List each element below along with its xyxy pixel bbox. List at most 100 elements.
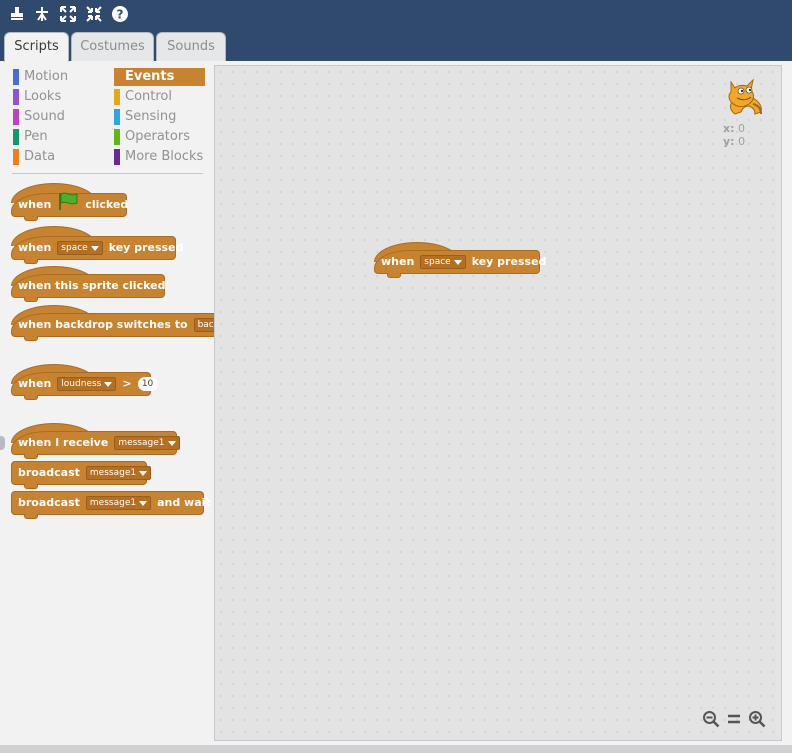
chevron-down-icon (104, 381, 113, 387)
sound-swatch (13, 109, 19, 125)
script-area[interactable]: x: 0 y: 0 when space key pressed (214, 65, 782, 741)
block-notch (24, 259, 38, 264)
looks-swatch (13, 89, 19, 105)
backdrop-dropdown[interactable]: backdrop1 (193, 318, 214, 332)
category-label: Data (24, 149, 56, 164)
green-flag-icon (57, 191, 79, 219)
when-backdrop-switches-block[interactable]: when backdrop switches to backdrop1 (11, 313, 214, 341)
category-sound[interactable]: Sound (13, 108, 108, 126)
data-swatch (13, 149, 19, 165)
dropdown-value: space (424, 257, 451, 267)
chevron-down-icon (453, 259, 462, 265)
block-text: when (18, 241, 52, 254)
block-text: when backdrop switches to (18, 318, 188, 331)
category-pen[interactable]: Pen (13, 128, 108, 146)
svg-text:?: ? (117, 8, 124, 22)
dropdown-value: loudness (61, 379, 102, 389)
block-text: when this sprite clicked (18, 279, 166, 292)
category-label: Control (125, 89, 172, 104)
top-toolbar: ? (0, 0, 792, 28)
category-looks[interactable]: Looks (13, 88, 108, 106)
block-notch (24, 484, 38, 489)
sprite-info: x: 0 y: 0 (723, 74, 763, 148)
block-text: broadcast (18, 466, 80, 479)
block-notch (24, 514, 38, 519)
more-blocks-swatch (114, 149, 120, 165)
block-palette: when clicked when space key pressed when… (0, 170, 214, 550)
dropdown-value: message1 (118, 438, 165, 448)
cut-scissors-icon[interactable] (33, 5, 51, 23)
message-dropdown[interactable]: message1 (114, 436, 180, 450)
control-swatch (114, 89, 120, 105)
category-data[interactable]: Data (13, 148, 108, 166)
block-notch (24, 216, 38, 221)
block-notch (24, 297, 38, 302)
duplicate-stamp-icon[interactable] (8, 5, 26, 23)
category-operators[interactable]: Operators (114, 128, 205, 146)
category-label: Looks (24, 89, 62, 104)
when-i-receive-block[interactable]: when I receive message1 (11, 431, 180, 459)
sensor-dropdown[interactable]: loudness (57, 377, 117, 391)
threshold-input[interactable]: 10 (137, 377, 158, 391)
block-text: key pressed (471, 255, 547, 268)
category-label: Events (125, 69, 175, 84)
tab-scripts[interactable]: Scripts (4, 32, 69, 62)
grow-icon[interactable] (59, 5, 77, 23)
key-dropdown[interactable]: space (57, 241, 103, 255)
message-dropdown[interactable]: message1 (85, 496, 152, 510)
category-more-blocks[interactable]: More Blocks (114, 148, 205, 166)
tab-sounds[interactable]: Sounds (156, 32, 226, 61)
block-text: when I receive (18, 436, 109, 449)
operators-swatch (114, 129, 120, 145)
category-label: Operators (125, 129, 190, 144)
motion-swatch (13, 69, 19, 85)
broadcast-and-wait-block[interactable]: broadcast message1 and wait (11, 491, 211, 519)
zoom-out-icon[interactable] (702, 710, 720, 728)
category-sensing[interactable]: Sensing (114, 108, 205, 126)
chevron-down-icon (139, 470, 148, 476)
panel-bottom-bar (0, 745, 792, 753)
when-key-pressed-block[interactable]: when space key pressed (11, 236, 183, 264)
tab-costumes[interactable]: Costumes (71, 32, 154, 61)
broadcast-block[interactable]: broadcast message1 (11, 461, 152, 489)
category-label: Pen (24, 129, 48, 144)
category-motion[interactable]: Motion (13, 68, 108, 86)
when-sensor-greater-block[interactable]: when loudness > 10 (11, 372, 158, 400)
category-control[interactable]: Control (114, 88, 205, 106)
block-notch (24, 395, 38, 400)
sprite-y-readout: y: 0 (723, 135, 746, 148)
script-when-key-pressed-block[interactable]: when space key pressed (374, 250, 546, 278)
category-label: Sound (24, 109, 65, 124)
pen-swatch (13, 129, 19, 145)
key-dropdown[interactable]: space (420, 255, 466, 269)
zoom-reset-icon[interactable] (725, 710, 743, 728)
dropdown-value: message1 (89, 468, 137, 478)
block-text: clicked (85, 198, 129, 211)
sprite-x-readout: x: 0 (723, 122, 745, 135)
shrink-icon[interactable] (85, 5, 103, 23)
dropdown-value: backdrop1 (197, 320, 214, 330)
chevron-down-icon (139, 500, 148, 506)
chevron-down-icon (167, 440, 176, 446)
zoom-in-icon[interactable] (748, 710, 766, 728)
category-label: Sensing (125, 109, 177, 124)
category-label: Motion (24, 69, 69, 84)
message-dropdown[interactable]: message1 (85, 466, 152, 480)
block-notch (24, 454, 38, 459)
sensing-swatch (114, 109, 120, 125)
block-notch (24, 336, 38, 341)
help-icon[interactable]: ? (111, 5, 129, 23)
when-flag-clicked-block[interactable]: when clicked (11, 191, 129, 221)
category-events[interactable]: Events (114, 68, 205, 86)
dropdown-value: space (61, 243, 88, 253)
block-text: when (18, 377, 52, 390)
block-text: when (381, 255, 415, 268)
cat-sprite-thumbnail (723, 74, 763, 122)
block-text: and wait (157, 496, 211, 509)
block-text: > (122, 377, 132, 390)
when-sprite-clicked-block[interactable]: when this sprite clicked (11, 274, 166, 302)
chevron-down-icon (90, 245, 99, 251)
block-text: when (18, 198, 52, 211)
block-text: key pressed (108, 241, 184, 254)
block-text: broadcast (18, 496, 80, 509)
